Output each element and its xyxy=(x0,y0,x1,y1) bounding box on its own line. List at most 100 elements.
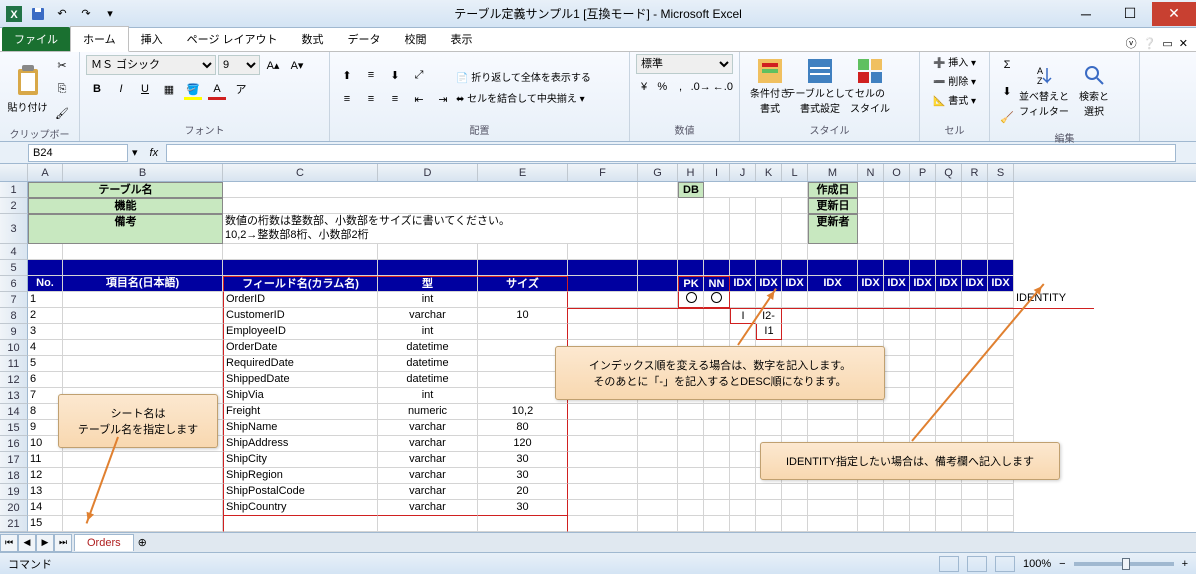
row-header-6[interactable]: 6 xyxy=(0,276,28,292)
colh-idx[interactable]: IDX xyxy=(962,276,988,292)
cell-no[interactable]: 12 xyxy=(28,468,63,484)
cell-size[interactable]: 30 xyxy=(478,500,568,516)
colh-idx[interactable]: IDX xyxy=(910,276,936,292)
cell[interactable] xyxy=(808,484,858,500)
cell[interactable] xyxy=(782,324,808,340)
fill-color-icon[interactable]: 🪣 xyxy=(182,78,204,100)
cell[interactable] xyxy=(884,500,910,516)
qat-dropdown-icon[interactable]: ▾ xyxy=(100,4,120,24)
cell[interactable] xyxy=(936,260,962,276)
fx-icon[interactable]: fx xyxy=(150,147,159,159)
cell[interactable] xyxy=(756,244,782,260)
colh-nn[interactable]: NN xyxy=(704,276,730,292)
cell[interactable] xyxy=(378,260,478,276)
cell[interactable] xyxy=(704,260,730,276)
cell-pk[interactable] xyxy=(678,468,704,484)
cell[interactable] xyxy=(730,260,756,276)
cell-field[interactable]: ShippedDate xyxy=(223,372,378,388)
cell-size[interactable]: 30 xyxy=(478,468,568,484)
cell[interactable] xyxy=(638,182,678,198)
tab-review[interactable]: 校閲 xyxy=(393,27,439,51)
font-name-select[interactable]: ＭＳ ゴシック xyxy=(86,55,216,75)
cell[interactable] xyxy=(638,214,678,244)
cell[interactable] xyxy=(678,260,704,276)
sheet-nav-next[interactable]: ▶ xyxy=(36,534,54,552)
cell[interactable] xyxy=(858,244,884,260)
cell[interactable] xyxy=(884,340,910,356)
cell[interactable] xyxy=(704,182,808,198)
cell[interactable] xyxy=(730,244,756,260)
colh-size[interactable]: サイズ xyxy=(478,276,568,292)
cell-idx[interactable] xyxy=(730,404,756,420)
cell[interactable] xyxy=(858,484,884,500)
col-header-R[interactable]: R xyxy=(962,164,988,181)
phonetic-icon[interactable]: ア xyxy=(230,78,252,100)
cell[interactable] xyxy=(63,292,223,308)
cell[interactable] xyxy=(962,388,988,404)
undo-icon[interactable]: ↶ xyxy=(52,4,72,24)
row-header-5[interactable]: 5 xyxy=(0,260,28,276)
cell[interactable] xyxy=(678,244,704,260)
cell-field[interactable]: ShipAddress xyxy=(223,436,378,452)
cell[interactable] xyxy=(910,356,936,372)
cell[interactable] xyxy=(63,372,223,388)
cell-type[interactable]: int xyxy=(378,388,478,404)
cell-pk[interactable] xyxy=(678,420,704,436)
cell-nn[interactable] xyxy=(704,324,730,340)
dec-decimal-icon[interactable]: ←.0 xyxy=(713,76,733,98)
cell[interactable] xyxy=(638,452,678,468)
cell-field[interactable]: ShipRegion xyxy=(223,468,378,484)
cell[interactable] xyxy=(704,214,730,244)
merge-center-button[interactable]: ⬌ セルを結合して中央揃え ▾ xyxy=(456,90,591,105)
cell-styles-button[interactable]: セルの スタイル xyxy=(846,54,894,120)
col-header-C[interactable]: C xyxy=(223,164,378,181)
cell[interactable] xyxy=(962,420,988,436)
colh-idx[interactable]: IDX xyxy=(808,276,858,292)
cell[interactable] xyxy=(704,198,730,214)
indent-inc-icon[interactable]: ⇥ xyxy=(432,88,454,110)
cell[interactable] xyxy=(63,260,223,276)
cell-field[interactable]: CustomerID xyxy=(223,308,378,324)
cell[interactable] xyxy=(568,452,638,468)
cell[interactable] xyxy=(730,214,756,244)
cell[interactable] xyxy=(568,244,638,260)
colh-no[interactable]: No. xyxy=(28,276,63,292)
cell[interactable] xyxy=(756,198,782,214)
cell[interactable] xyxy=(63,244,223,260)
percent-icon[interactable]: % xyxy=(654,76,670,98)
zoom-slider[interactable] xyxy=(1074,562,1174,566)
cell[interactable] xyxy=(884,292,910,308)
cell[interactable] xyxy=(63,484,223,500)
cell[interactable] xyxy=(568,324,638,340)
sheet-tab-orders[interactable]: Orders xyxy=(74,534,134,551)
cell[interactable] xyxy=(756,260,782,276)
cell[interactable] xyxy=(638,516,678,532)
colh-itemname[interactable]: 項目名(日本語) xyxy=(63,276,223,292)
cell[interactable] xyxy=(782,292,808,308)
cell[interactable] xyxy=(936,182,962,198)
cell[interactable] xyxy=(568,308,638,324)
cell-no[interactable]: 6 xyxy=(28,372,63,388)
cell[interactable] xyxy=(962,244,988,260)
cell-no[interactable]: 3 xyxy=(28,324,63,340)
cell[interactable] xyxy=(568,420,638,436)
align-middle-icon[interactable]: ≡ xyxy=(360,64,382,86)
cell[interactable] xyxy=(884,260,910,276)
cell[interactable] xyxy=(568,276,638,292)
cell[interactable] xyxy=(808,292,858,308)
row-header-1[interactable]: 1 xyxy=(0,182,28,198)
sort-filter-button[interactable]: AZ並べ替えと フィルター xyxy=(1020,58,1068,124)
cell[interactable] xyxy=(638,420,678,436)
cell-type[interactable]: datetime xyxy=(378,356,478,372)
cell-idx[interactable] xyxy=(756,420,782,436)
cell-size[interactable]: 20 xyxy=(478,484,568,500)
grow-font-icon[interactable]: A▴ xyxy=(262,54,284,76)
cell[interactable] xyxy=(910,484,936,500)
row-header-15[interactable]: 15 xyxy=(0,420,28,436)
inc-decimal-icon[interactable]: .0→ xyxy=(691,76,711,98)
tab-view[interactable]: 表示 xyxy=(439,27,485,51)
cell-pk[interactable] xyxy=(678,484,704,500)
underline-button[interactable]: U xyxy=(134,78,156,100)
window-close-icon[interactable]: ✕ xyxy=(1179,37,1188,50)
cell-pk[interactable] xyxy=(678,452,704,468)
